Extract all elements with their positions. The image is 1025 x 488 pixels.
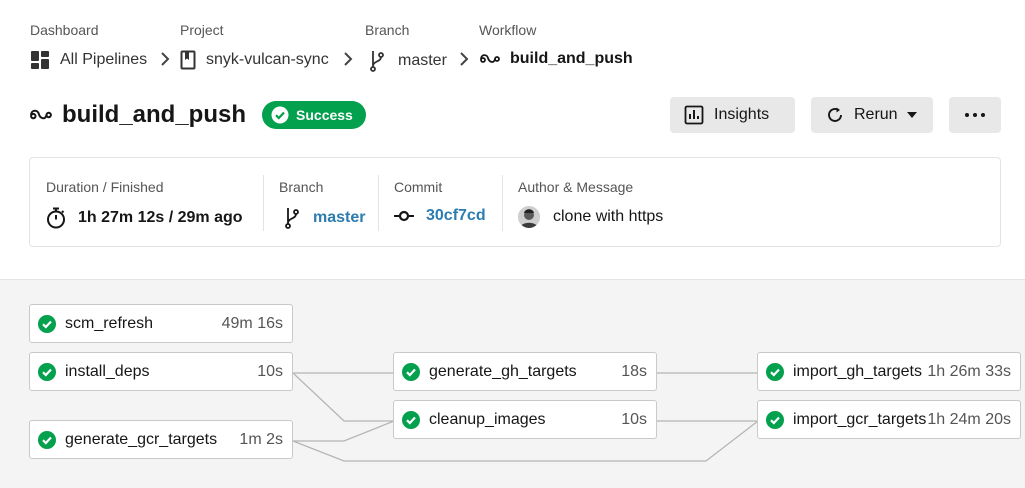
divider	[263, 175, 264, 231]
stopwatch-icon	[47, 207, 65, 229]
summary-label: Author & Message	[518, 179, 634, 195]
breadcrumb-value: master	[398, 52, 447, 69]
summary-value: master	[285, 207, 365, 229]
job-cleanup-images[interactable]: cleanup_images 10s	[393, 400, 657, 439]
breadcrumb-link-branch[interactable]: master	[370, 50, 447, 72]
job-duration: 1h 26m 33s	[927, 362, 1011, 380]
breadcrumb-value: build_and_push	[510, 50, 633, 67]
summary-value: 30cf7cd	[394, 207, 486, 225]
job-duration: 10s	[621, 410, 647, 428]
breadcrumb-link-all-pipelines[interactable]: All Pipelines	[30, 50, 147, 70]
job-duration: 1m 2s	[239, 430, 283, 448]
breadcrumb-link-project[interactable]: snyk-vulcan-sync	[180, 50, 329, 70]
dashboard-icon	[31, 51, 49, 69]
breadcrumb-value: All Pipelines	[60, 51, 148, 68]
check-circle-icon	[38, 430, 56, 449]
git-branch-icon	[285, 208, 299, 229]
status-text: Success	[296, 107, 353, 123]
job-name: scm_refresh	[65, 314, 154, 332]
breadcrumb-label: Branch	[365, 22, 410, 38]
check-circle-icon	[402, 362, 420, 381]
job-name: generate_gcr_targets	[65, 430, 218, 448]
breadcrumb-branch: Branch master	[365, 22, 447, 72]
check-circle-icon	[402, 410, 420, 429]
avatar	[518, 206, 540, 228]
duration-text: 1h 27m 12s / 29m ago	[78, 209, 243, 226]
breadcrumb-dashboard: Dashboard All Pipelines	[30, 22, 147, 69]
check-circle-icon	[38, 314, 56, 333]
chevron-right-icon	[161, 52, 170, 66]
check-circle-icon	[38, 362, 56, 381]
breadcrumb-project: Project snyk-vulcan-sync	[180, 22, 329, 70]
workflow-header: build_and_push Success	[30, 98, 366, 132]
chevron-right-icon	[460, 52, 469, 66]
job-duration: 49m 16s	[221, 314, 283, 332]
job-name: cleanup_images	[429, 410, 546, 428]
rerun-button[interactable]: Rerun	[811, 97, 933, 133]
job-import-gh-targets[interactable]: import_gh_targets 1h 26m 33s	[757, 352, 1021, 391]
divider	[502, 175, 503, 231]
chevron-right-icon	[344, 52, 353, 66]
job-duration: 18s	[621, 362, 647, 380]
refresh-icon	[828, 107, 842, 122]
breadcrumb-current-workflow[interactable]: build_and_push	[480, 50, 633, 68]
check-circle-icon	[766, 362, 784, 381]
breadcrumb-label: Project	[180, 22, 224, 38]
job-duration: 1h 24m 20s	[927, 410, 1011, 428]
insights-label: Insights	[714, 106, 770, 123]
workflow-icon	[480, 54, 500, 63]
commit-link[interactable]: 30cf7cd	[426, 207, 486, 225]
job-import-gcr-targets[interactable]: import_gcr_targets 1h 24m 20s	[757, 400, 1021, 439]
job-name: install_deps	[65, 362, 150, 380]
job-install-deps[interactable]: install_deps 10s	[29, 352, 293, 391]
page-title: build_and_push	[62, 101, 247, 128]
branch-link[interactable]: master	[313, 209, 365, 227]
job-name: import_gcr_targets	[793, 410, 927, 428]
job-name: import_gh_targets	[793, 362, 922, 380]
insights-button[interactable]: Insights	[670, 97, 795, 133]
check-circle-icon	[766, 410, 784, 429]
breadcrumb-label: Workflow	[479, 22, 537, 38]
ellipsis-icon	[965, 113, 985, 117]
summary-value: clone with https	[518, 206, 663, 228]
job-generate-gcr-targets[interactable]: generate_gcr_targets 1m 2s	[29, 420, 293, 459]
rerun-label: Rerun	[854, 106, 898, 123]
workflow-icon	[30, 109, 52, 120]
summary-label: Branch	[279, 179, 324, 195]
workflow-summary-card: Duration / Finished 1h 27m 12s / 29m ago…	[29, 157, 1001, 247]
git-commit-icon	[394, 210, 414, 222]
summary-label: Commit	[394, 179, 443, 195]
git-branch-icon	[370, 51, 384, 72]
summary-label: Duration / Finished	[46, 179, 164, 195]
job-duration: 10s	[257, 362, 283, 380]
job-generate-gh-targets[interactable]: generate_gh_targets 18s	[393, 352, 657, 391]
status-badge: Success	[262, 101, 366, 129]
breadcrumb-workflow: Workflow build_and_push	[479, 22, 633, 67]
divider	[378, 175, 379, 231]
job-scm-refresh[interactable]: scm_refresh 49m 16s	[29, 304, 293, 343]
workflow-graph: scm_refresh 49m 16s install_deps 10s gen…	[0, 279, 1025, 488]
summary-value: 1h 27m 12s / 29m ago	[46, 207, 243, 229]
avatar-image	[518, 206, 540, 228]
job-name: generate_gh_targets	[429, 362, 577, 380]
more-options-button[interactable]	[949, 97, 1001, 133]
commit-message: clone with https	[553, 208, 664, 225]
check-circle-icon	[271, 106, 289, 124]
bar-chart-icon	[684, 105, 704, 125]
breadcrumb-label: Dashboard	[30, 22, 99, 38]
breadcrumb-value: snyk-vulcan-sync	[206, 51, 329, 68]
repo-icon	[180, 50, 196, 70]
caret-down-icon	[906, 112, 917, 118]
